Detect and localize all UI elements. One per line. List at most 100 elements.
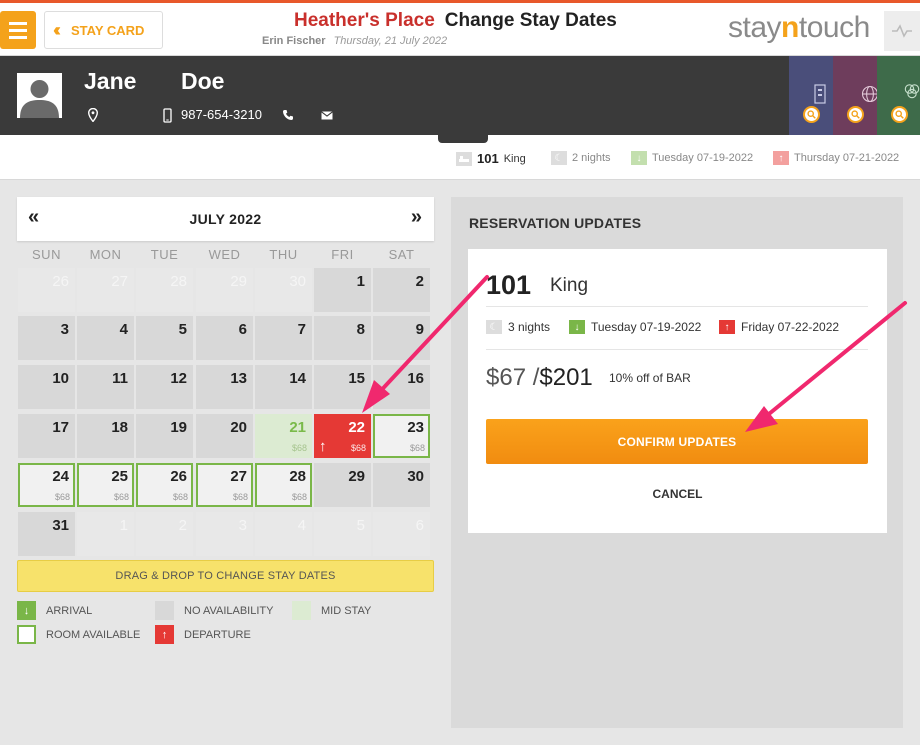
day-number: 4 (119, 321, 128, 338)
calendar-day-outside-month: 5 (314, 512, 371, 556)
day-number: 22 (348, 419, 365, 436)
confirm-updates-button[interactable]: CONFIRM UPDATES (486, 419, 868, 464)
calendar-day[interactable]: 12 (136, 365, 193, 409)
pulse-icon (892, 24, 912, 38)
calendar-day[interactable]: 19 (136, 414, 193, 458)
day-number: 30 (289, 273, 306, 290)
panel-title: RESERVATION UPDATES (469, 215, 642, 231)
email-icon[interactable] (321, 111, 333, 120)
activity-pulse-button[interactable] (884, 11, 920, 51)
header-subtitle: Erin Fischer Thursday, 21 July 2022 (262, 35, 447, 47)
calendar-day[interactable]: 16 (373, 365, 430, 409)
calendar-day[interactable]: 20 (196, 414, 253, 458)
day-number: 13 (230, 370, 247, 387)
rate-summary: $67 /$201 (486, 364, 593, 392)
search-magnifier-icon (891, 106, 908, 123)
drawer-handle[interactable] (438, 135, 488, 143)
hamburger-icon (9, 21, 27, 25)
day-rate: $68 (350, 443, 366, 453)
weekday-wed: WED (208, 247, 241, 262)
stay-card-back-button[interactable]: ‹‹ STAY CARD (44, 11, 163, 49)
calendar-day[interactable]: 4 (77, 316, 134, 360)
calendar-day[interactable]: 29 (314, 463, 371, 507)
day-number: 28 (170, 273, 187, 290)
drag-drop-hint: DRAG & DROP TO CHANGE STAY DATES (17, 560, 434, 592)
calendar-day[interactable]: 24 $68 (18, 463, 75, 507)
hamburger-icon-line (9, 35, 27, 39)
calendar-day[interactable]: 21 $68 (255, 414, 312, 458)
calendar-day[interactable]: 26 $68 (136, 463, 193, 507)
cancel-button[interactable]: CANCEL (468, 487, 887, 501)
weekday-mon: MON (89, 247, 122, 262)
calendar-day[interactable]: 13 (196, 365, 253, 409)
calendar-day[interactable]: 14 (255, 365, 312, 409)
search-magnifier-icon (847, 106, 864, 123)
calendar-day[interactable]: 18 (77, 414, 134, 458)
calendar-day[interactable]: 17 (18, 414, 75, 458)
calendar-day[interactable]: 27 $68 (196, 463, 253, 507)
day-number: 3 (60, 321, 69, 338)
calendar-day[interactable]: 28 $68 (255, 463, 312, 507)
day-number: 4 (297, 517, 306, 534)
calendar-month-label: JULY 2022 (189, 211, 262, 227)
calendar-day-outside-month: 1 (77, 512, 134, 556)
calendar-day[interactable]: 9 (373, 316, 430, 360)
calendar-day[interactable]: 5 (136, 316, 193, 360)
guest-phone: 987-654-3210 (181, 107, 262, 122)
double-chevron-left-icon: ‹‹ (53, 19, 61, 40)
page-title: Change Stay Dates (444, 10, 617, 31)
moon-icon: ☾ (486, 320, 502, 334)
day-number: 18 (111, 419, 128, 436)
calendar-day[interactable]: 23 $68 (373, 414, 430, 458)
calendar-day[interactable]: 22 $68 ↑ (314, 414, 371, 458)
day-number: 10 (52, 370, 69, 387)
location-pin-icon[interactable] (88, 108, 98, 122)
current-stay-summary: 101 King ☾ 2 nights ↓ Tuesday 07-19-2022… (0, 135, 920, 180)
day-number: 17 (52, 419, 69, 436)
person-silhouette-icon (20, 80, 59, 118)
calendar-day[interactable]: 30 (373, 463, 430, 507)
rate-discount: 10% off of BAR (609, 371, 691, 385)
day-number: 20 (230, 419, 247, 436)
guest-info-bar: Jane Doe 987-654-3210 (0, 56, 920, 135)
departure-arrow-icon: ↑ (319, 438, 327, 455)
day-number: 5 (178, 321, 187, 338)
new-room-type: King (550, 275, 589, 296)
legend-departure: ↑ DEPARTURE (155, 625, 251, 644)
card-tab-rings[interactable] (877, 56, 920, 135)
menu-button[interactable] (0, 11, 36, 49)
calendar-day[interactable]: 10 (18, 365, 75, 409)
calendar-day[interactable]: 7 (255, 316, 312, 360)
day-number: 1 (119, 517, 128, 534)
hamburger-icon-line (9, 28, 27, 32)
next-month-icon[interactable]: » (411, 206, 422, 229)
card-tab-globe[interactable] (833, 56, 879, 135)
calendar-day[interactable]: 2 (373, 268, 430, 312)
summary-room-type: King (503, 152, 526, 165)
calendar-day[interactable]: 1 (314, 268, 371, 312)
day-number: 9 (415, 321, 424, 338)
mobile-phone-icon (163, 108, 172, 123)
day-number: 24 (52, 468, 69, 485)
card-tab-room[interactable] (789, 56, 833, 135)
calendar-day[interactable]: 6 (196, 316, 253, 360)
day-number: 2 (178, 517, 187, 534)
rate-separator: / (526, 364, 540, 391)
summary-arrival: ↓ Tuesday 07-19-2022 (631, 151, 753, 165)
day-number: 11 (112, 370, 128, 387)
calendar-day[interactable]: 15 (314, 365, 371, 409)
calendar-day[interactable]: 31 (18, 512, 75, 556)
phone-icon[interactable] (282, 109, 294, 121)
back-button-label: STAY CARD (71, 22, 145, 38)
calendar-day[interactable]: 8 (314, 316, 371, 360)
calendar-day[interactable]: 11 (77, 365, 134, 409)
calendar-day[interactable]: 3 (18, 316, 75, 360)
avatar (17, 73, 62, 118)
page-heading: Heather's Place Change Stay Dates (294, 10, 617, 32)
calendar-day[interactable]: 25 $68 (77, 463, 134, 507)
venn-rings-icon (904, 84, 920, 99)
day-number: 23 (407, 419, 424, 436)
day-number: 14 (289, 370, 306, 387)
departure-arrow-icon: ↑ (773, 151, 789, 165)
no-availability-swatch (155, 601, 174, 620)
